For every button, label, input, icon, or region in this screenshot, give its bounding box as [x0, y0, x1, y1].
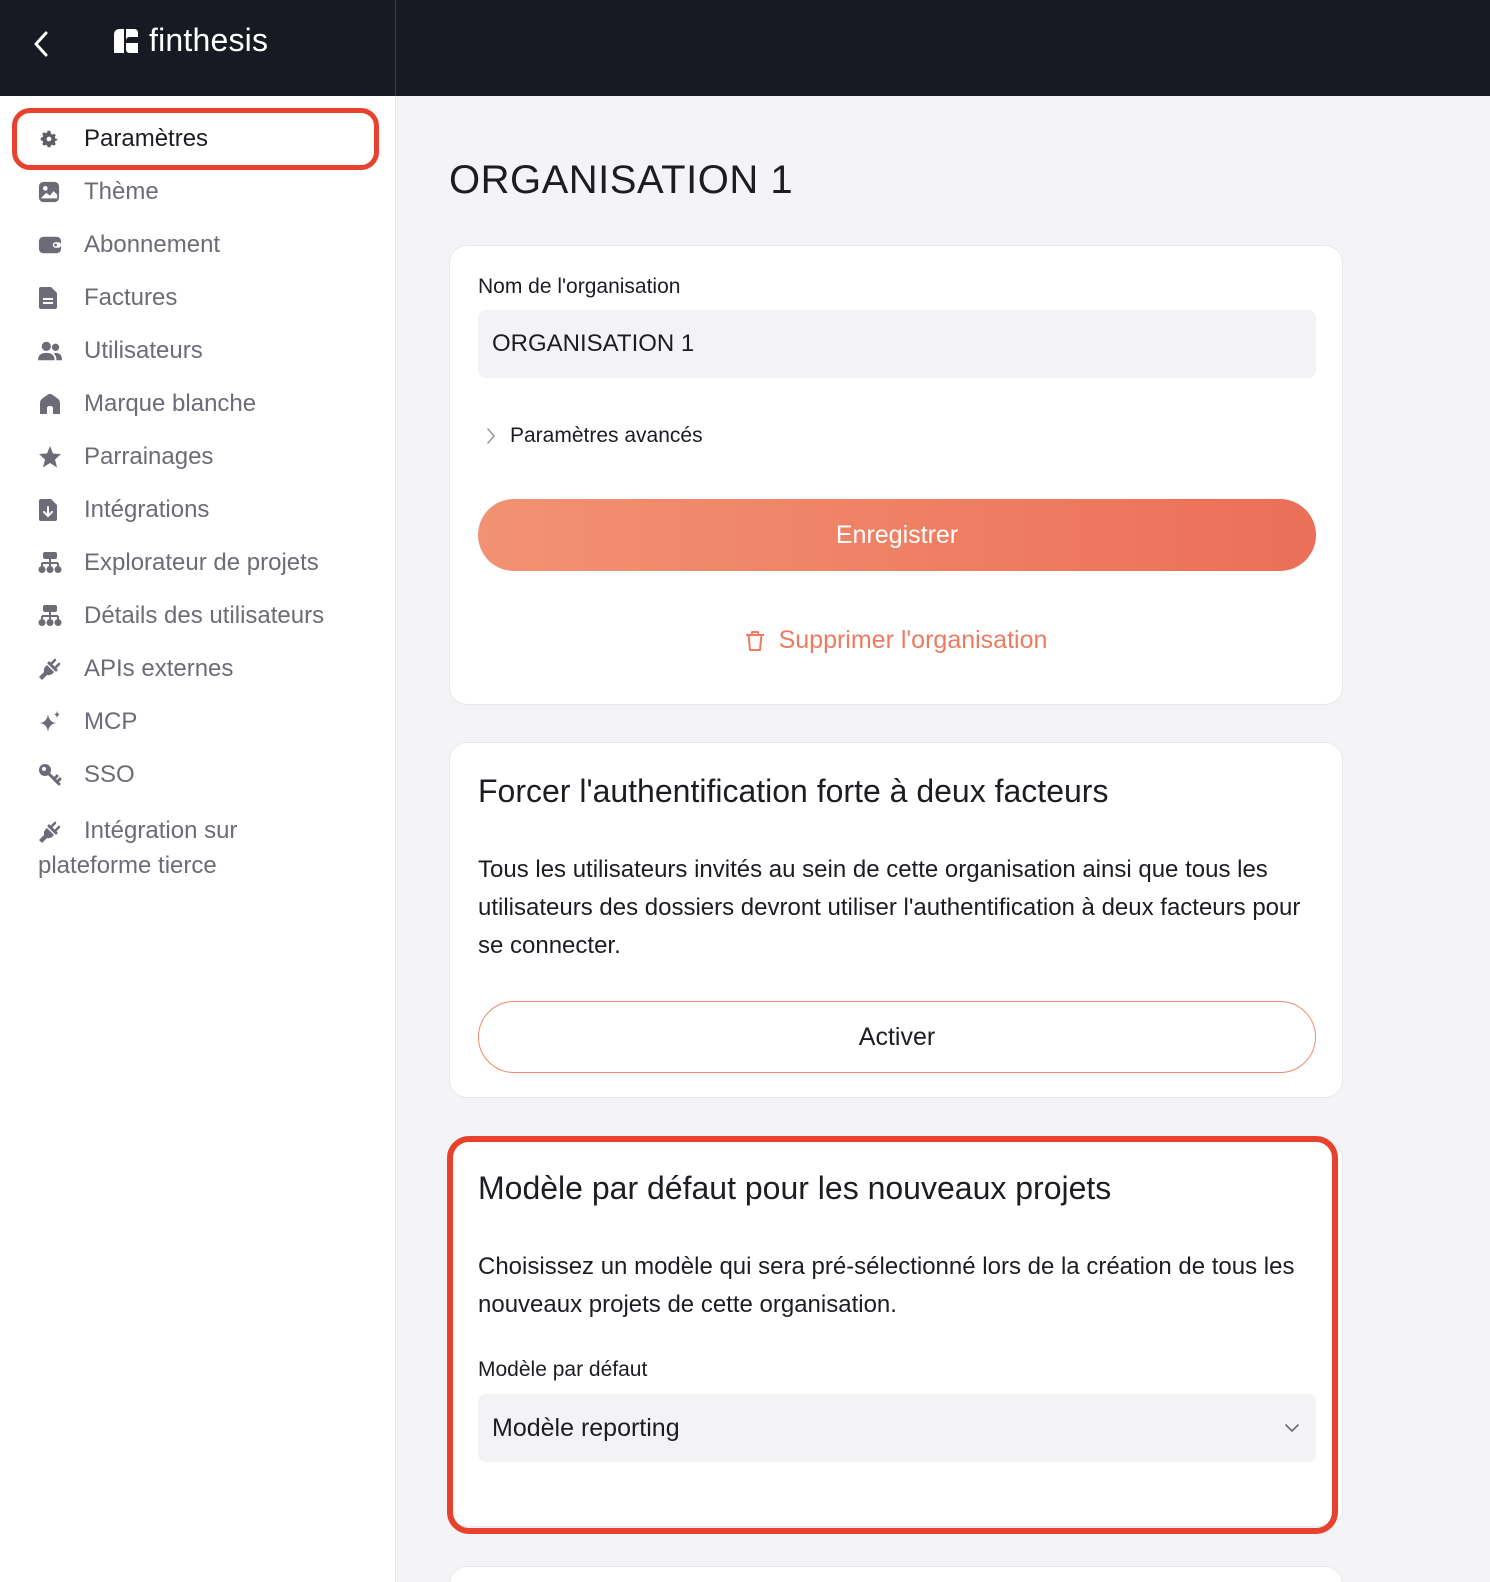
delete-organization-button[interactable]: Supprimer l'organisation — [450, 626, 1342, 655]
users-icon — [38, 336, 66, 366]
twofa-description: Tous les utilisateurs invités au sein de… — [478, 856, 1301, 959]
sidebar-item-label: Marque blanche — [84, 390, 257, 417]
sidebar-item-label: Abonnement — [84, 231, 221, 258]
advanced-settings-toggle[interactable]: Paramètres avancés — [486, 424, 703, 448]
sidebar-item-details-utilisateurs[interactable]: Détails des utilisateurs — [38, 601, 378, 631]
sidebar-item-theme[interactable]: Thème — [38, 177, 378, 207]
sidebar-item-label: Intégrations — [84, 496, 210, 523]
sidebar-item-label: SSO — [84, 761, 135, 788]
hierarchy-icon — [38, 548, 66, 578]
trash-icon — [745, 630, 764, 651]
wallet-icon — [38, 230, 66, 260]
sidebar-item-factures[interactable]: Factures — [38, 283, 378, 313]
chevron-right-icon — [487, 428, 496, 444]
sidebar-item-label: Thème — [84, 178, 159, 205]
organization-card: Nom de l'organisation ORGANISATION 1 Par… — [449, 245, 1343, 705]
activate-button[interactable]: Activer — [478, 1001, 1316, 1073]
page-title: ORGANISATION 1 — [449, 158, 794, 202]
delete-organization-label: Supprimer l'organisation — [778, 626, 1048, 654]
template-card-highlight — [447, 1136, 1338, 1534]
plug-icon — [38, 817, 66, 847]
twofa-card: Forcer l'authentification forte à deux f… — [449, 742, 1343, 1098]
sidebar-item-label: Détails des utilisateurs — [84, 602, 325, 629]
hierarchy-icon — [38, 601, 66, 631]
sidebar-item-label: Paramètres — [84, 125, 209, 152]
sidebar-item-utilisateurs[interactable]: Utilisateurs — [38, 336, 378, 366]
org-name-input[interactable]: ORGANISATION 1 — [478, 310, 1316, 378]
gear-icon — [38, 124, 66, 154]
sidebar-item-label: Intégration sur — [84, 817, 238, 844]
sidebar-item-mcp[interactable]: MCP — [38, 707, 378, 737]
sidebar-item-label: MCP — [84, 708, 138, 735]
image-icon — [38, 177, 66, 207]
sidebar-item-integrations[interactable]: Intégrations — [38, 495, 378, 525]
sidebar-item-label: APIs externes — [84, 655, 234, 682]
topbar-divider — [395, 0, 396, 96]
document-icon — [38, 283, 66, 313]
sparkle-icon — [38, 707, 66, 737]
sidebar-item-parrainages[interactable]: Parrainages — [38, 442, 378, 472]
sidebar-item-explorateur-projets[interactable]: Explorateur de projets — [38, 548, 378, 578]
sidebar-item-sso[interactable]: SSO — [38, 760, 378, 790]
home-icon — [38, 389, 66, 419]
finthesis-logo-icon — [114, 28, 138, 53]
sidebar-item-apis-externes[interactable]: APIs externes — [38, 654, 378, 684]
sidebar-item-label-line2: plateforme tierce — [38, 852, 217, 879]
download-doc-icon — [38, 495, 66, 525]
twofa-title: Forcer l'authentification forte à deux f… — [478, 773, 1109, 809]
org-name-label: Nom de l'organisation — [478, 275, 681, 298]
sidebar-item-abonnement[interactable]: Abonnement — [38, 230, 378, 260]
sidebar-item-marque-blanche[interactable]: Marque blanche — [38, 389, 378, 419]
sidebar-item-label: Parrainages — [84, 443, 214, 470]
back-button[interactable] — [26, 24, 56, 64]
plug-icon — [38, 654, 66, 684]
brand-logo[interactable]: finthesis — [112, 22, 268, 59]
key-icon — [38, 760, 66, 790]
sidebar-item-integration-plateforme-tierce[interactable]: Intégration sur plateforme tierce — [38, 813, 388, 883]
advanced-settings-label: Paramètres avancés — [510, 424, 703, 447]
sidebar-item-label: Utilisateurs — [84, 337, 203, 364]
save-button[interactable]: Enregistrer — [478, 499, 1316, 571]
main-content: ORGANISATION 1 Nom de l'organisation ORG… — [396, 96, 1490, 1582]
sidebar-item-label: Explorateur de projets — [84, 549, 319, 576]
top-bar: finthesis — [0, 0, 1490, 96]
brand-name: finthesis — [149, 22, 269, 58]
star-icon — [38, 442, 66, 472]
chevron-left-icon — [34, 31, 48, 57]
sidebar-item-label: Factures — [84, 284, 178, 311]
sidebar-item-parametres[interactable]: Paramètres — [38, 124, 378, 154]
next-card — [449, 1566, 1343, 1582]
